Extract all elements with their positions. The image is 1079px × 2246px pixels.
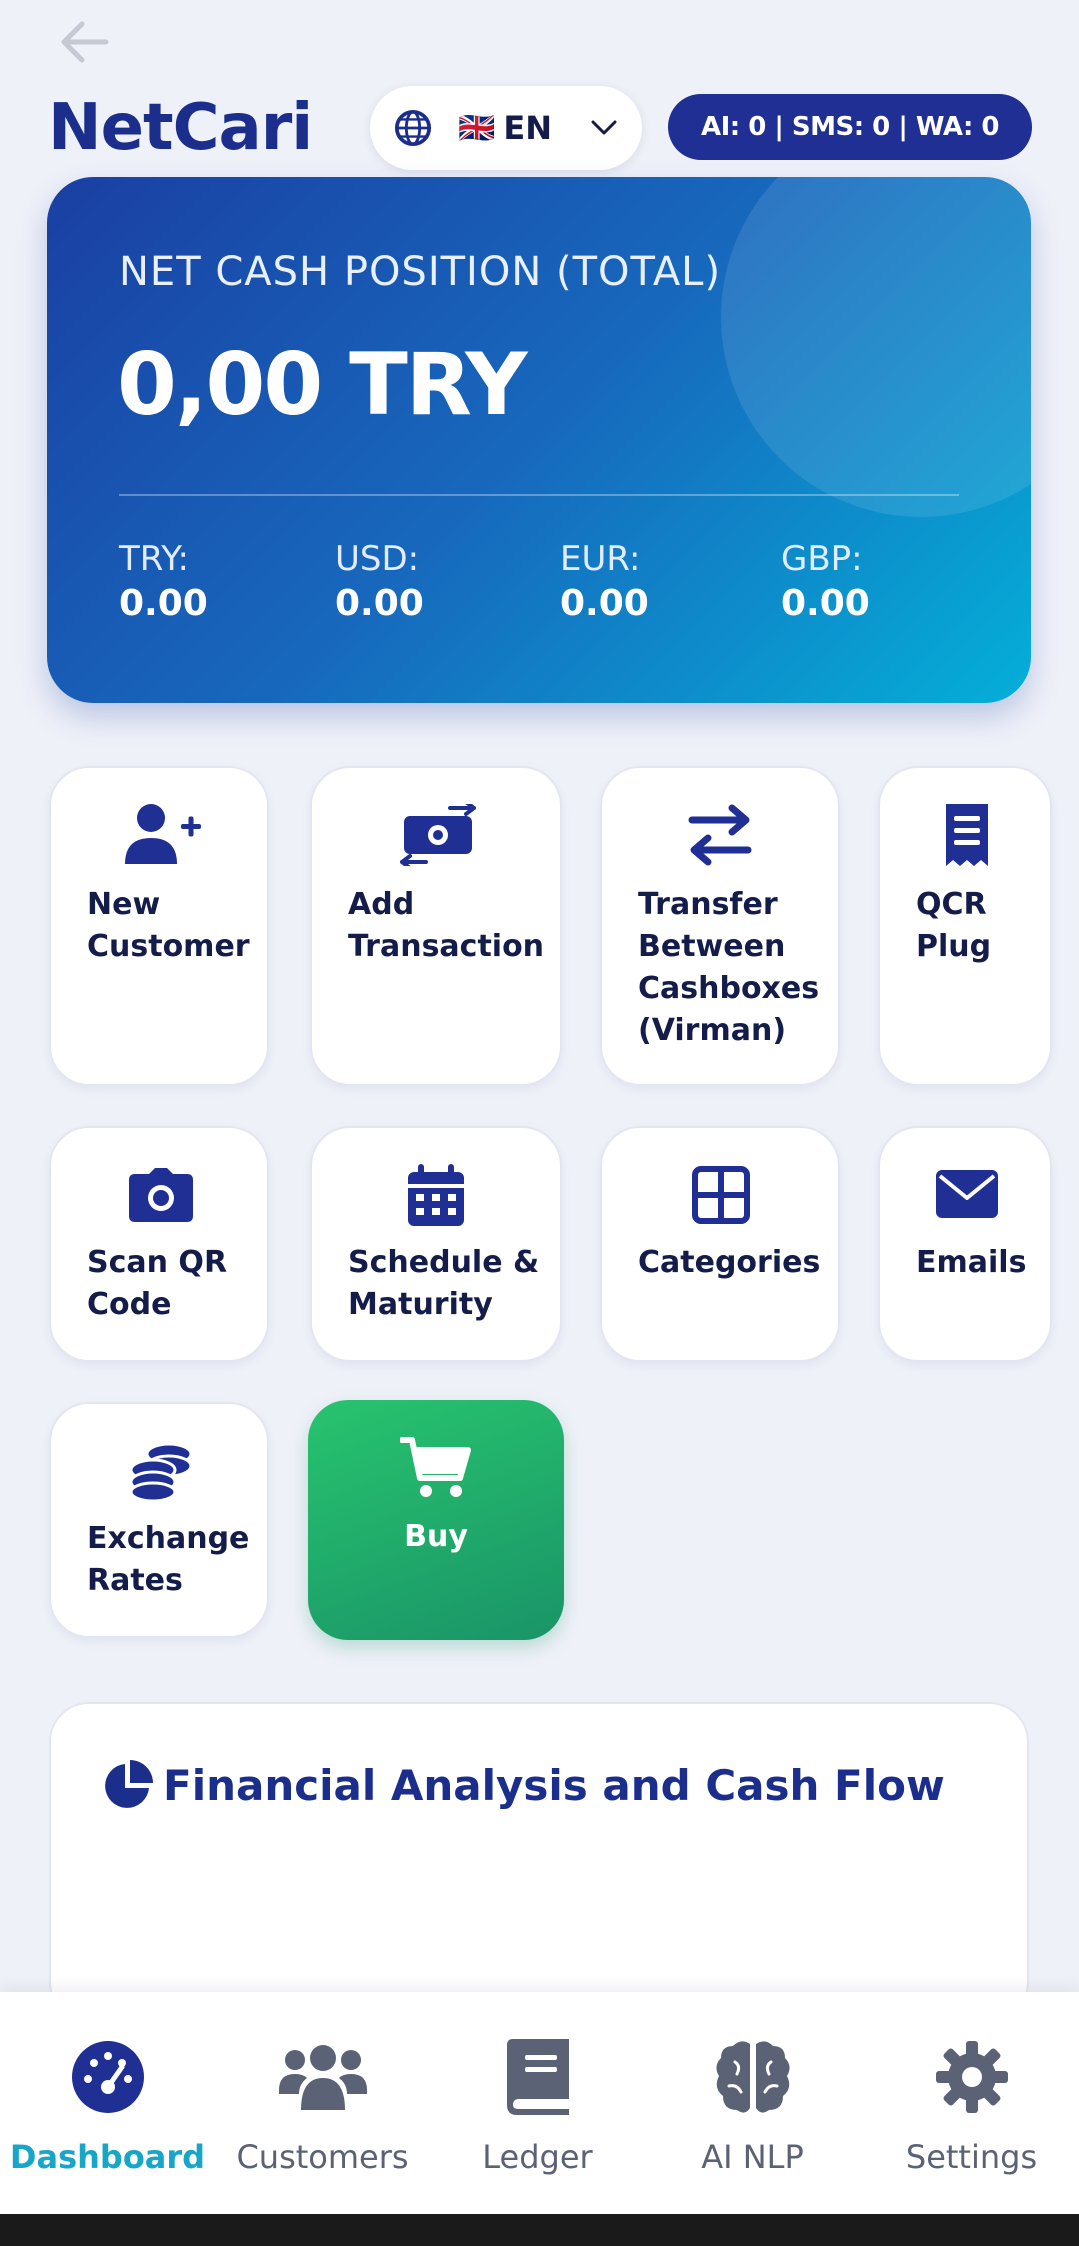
users-icon [278,2045,367,2110]
qcr-plug-button[interactable]: QCR Plug [878,766,1052,1086]
tile-label: Exchange Rates [87,1521,250,1598]
exchange-rates-button[interactable]: Exchange Rates [49,1402,269,1638]
currency-eur: EUR: 0.00 [560,539,649,624]
app-logo: NetCari [48,91,313,165]
nav-label: Customers [236,2138,409,2176]
tile-label: Categories [638,1245,821,1280]
buy-button[interactable]: Buy [308,1400,564,1640]
card-divider [119,494,959,496]
uk-flag-icon: 🇬🇧 [458,110,496,146]
currency-value: 0.00 [119,583,208,624]
tile-label: New Customer [87,887,250,964]
usage-quota-badge[interactable]: AI: 0 | SMS: 0 | WA: 0 [668,94,1032,160]
grid-icon [692,1166,750,1224]
nav-ai-nlp[interactable]: AI NLP [645,1992,860,2214]
envelope-icon [936,1170,998,1218]
net-cash-card: NET CASH POSITION (TOTAL) 0,00 TRY TRY: … [47,177,1031,703]
new-customer-button[interactable]: New Customer [49,766,269,1086]
coins-icon [129,1442,193,1502]
calendar-icon [408,1164,464,1226]
globe-icon [394,109,432,147]
gear-icon [935,2041,1008,2113]
tile-label: Schedule & Maturity [348,1245,540,1322]
tile-label: Add Transaction [348,887,545,964]
nav-dashboard[interactable]: Dashboard [0,1992,215,2214]
tile-label: Scan QR Code [87,1245,228,1322]
nav-label: Ledger [482,2138,593,2176]
tile-label: Transfer Between Cashboxes (Virman) [638,887,820,1048]
card-title: NET CASH POSITION (TOTAL) [119,249,722,295]
transfer-arrows-icon [688,804,752,866]
add-transaction-button[interactable]: Add Transaction [310,766,562,1086]
system-navigation-bar [0,2214,1079,2246]
nav-customers[interactable]: Customers [215,1992,430,2214]
currency-label: USD: [335,539,420,579]
nav-settings[interactable]: Settings [864,1992,1079,2214]
bottom-navigation: Dashboard Customers Ledger AI NLP Settin… [0,1992,1079,2214]
currency-usd: USD: 0.00 [335,539,424,624]
language-code: EN [503,109,552,147]
money-exchange-icon [400,804,476,866]
transfer-between-cashboxes-button[interactable]: Transfer Between Cashboxes (Virman) [600,766,840,1086]
nav-label: Dashboard [9,2138,206,2176]
emails-button[interactable]: Emails [878,1126,1052,1362]
scan-qr-code-button[interactable]: Scan QR Code [49,1126,269,1362]
user-plus-icon [125,804,201,864]
brain-icon [715,2041,790,2113]
card-decoration [721,177,1031,517]
nav-label: Settings [905,2138,1038,2176]
currency-value: 0.00 [335,583,424,624]
tile-label: Emails [916,1245,1027,1280]
schedule-maturity-button[interactable]: Schedule & Maturity [310,1126,562,1362]
total-amount: 0,00 TRY [117,335,528,435]
nav-label: AI NLP [701,2138,804,2176]
panel-title: Financial Analysis and Cash Flow [103,1760,945,1810]
currency-gbp: GBP: 0.00 [781,539,870,624]
back-button[interactable] [54,14,114,70]
currency-label: EUR: [560,539,641,579]
currency-label: GBP: [781,539,863,579]
currency-value: 0.00 [560,583,649,624]
pie-chart-icon [105,1760,153,1808]
tile-label: QCR Plug [916,887,992,964]
chevron-down-icon [591,120,617,135]
shopping-cart-icon [400,1437,471,1497]
tile-label: Buy [404,1519,468,1554]
language-selector[interactable]: 🇬🇧 EN [370,86,642,170]
financial-analysis-panel: Financial Analysis and Cash Flow [49,1702,1029,2022]
currency-label: TRY: [119,539,189,579]
book-icon [506,2039,569,2115]
gauge-icon [71,2041,144,2113]
nav-ledger[interactable]: Ledger [430,1992,645,2214]
arrow-left-icon [61,21,109,63]
categories-button[interactable]: Categories [600,1126,840,1362]
receipt-icon [946,804,988,866]
camera-icon [129,1168,193,1222]
currency-try: TRY: 0.00 [119,539,208,624]
currency-value: 0.00 [781,583,870,624]
